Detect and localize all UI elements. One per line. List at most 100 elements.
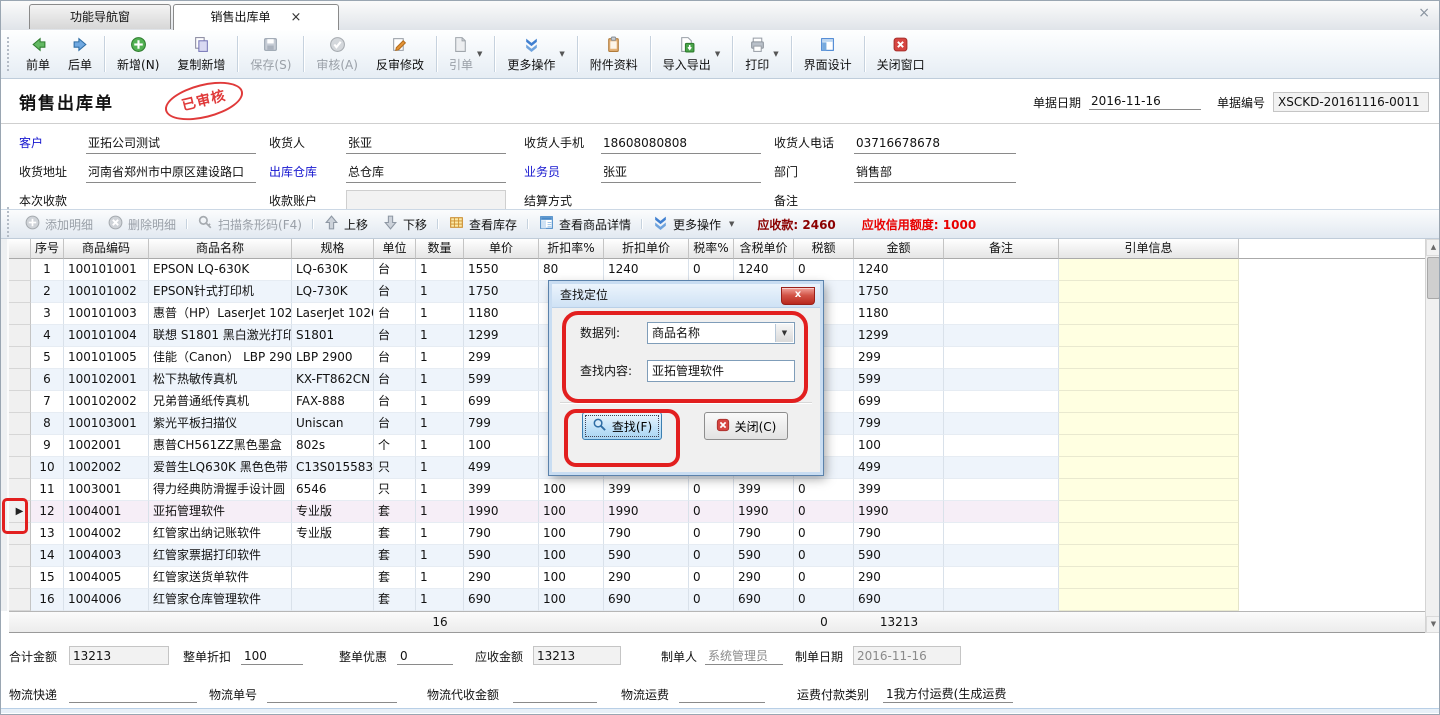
cell[interactable]: 0	[794, 479, 854, 501]
cell[interactable]: 1	[416, 259, 464, 281]
table-row[interactable]: 111003001得力经典防滑握手设计圆6546只139910039903990…	[9, 479, 1435, 501]
toolbar-button-next-order[interactable]: 后单	[59, 30, 101, 78]
cell[interactable]: 690	[604, 589, 689, 611]
cell[interactable]: 专业版	[292, 523, 374, 545]
cell[interactable]: LQ-630K	[292, 259, 374, 281]
cell[interactable]: 799	[464, 413, 539, 435]
cell[interactable]	[944, 347, 1059, 369]
cell[interactable]	[944, 567, 1059, 589]
toolbar-button-more-detail-actions[interactable]: 更多操作▼	[652, 214, 734, 234]
cell[interactable]: 0	[794, 545, 854, 567]
cell[interactable]: 专业版	[292, 501, 374, 523]
cell[interactable]: 399	[604, 479, 689, 501]
field-customer[interactable]: 亚拓公司测试	[86, 135, 256, 154]
scroll-down-icon[interactable]: ▼	[1426, 616, 1440, 633]
cell[interactable]	[1059, 303, 1239, 325]
toolbar-button-move-up[interactable]: 上移	[323, 214, 368, 234]
cell[interactable]	[944, 325, 1059, 347]
table-row[interactable]: 1100101001EPSON LQ-630KLQ-630K台115508012…	[9, 259, 1435, 281]
footer-input-logistics-collect[interactable]	[513, 686, 597, 703]
vertical-scrollbar[interactable]: ▲ ▼	[1425, 239, 1440, 633]
cell[interactable]: 台	[374, 347, 416, 369]
cell[interactable]	[944, 523, 1059, 545]
cell[interactable]: 1	[31, 259, 64, 281]
toolbar-button-print[interactable]: 打印▼	[736, 30, 787, 78]
row-indicator[interactable]	[9, 435, 31, 457]
cell[interactable]: 100	[539, 545, 604, 567]
cell[interactable]: 1004003	[64, 545, 149, 567]
cell[interactable]: 1	[416, 391, 464, 413]
footer-input-receivable-amount[interactable]: 13213	[533, 646, 621, 665]
scroll-up-icon[interactable]: ▲	[1426, 239, 1440, 256]
cell[interactable]	[1059, 435, 1239, 457]
cell[interactable]: 0	[689, 479, 734, 501]
cell[interactable]	[944, 501, 1059, 523]
cell[interactable]: 1	[416, 589, 464, 611]
cell[interactable]: 599	[464, 369, 539, 391]
cell[interactable]: 得力经典防滑握手设计圆	[149, 479, 292, 501]
toolbar-button-new[interactable]: 新增(N)	[108, 30, 168, 78]
data-column-select[interactable]: 商品名称 ▼	[647, 322, 795, 344]
cell[interactable]: 1550	[464, 259, 539, 281]
cell[interactable]: 1299	[854, 325, 944, 347]
row-indicator[interactable]	[9, 347, 31, 369]
cell[interactable]: 只	[374, 457, 416, 479]
cell[interactable]: 套	[374, 545, 416, 567]
cell[interactable]	[1059, 369, 1239, 391]
tab-close-icon[interactable]: ×	[291, 10, 302, 25]
cell[interactable]	[1059, 567, 1239, 589]
cell[interactable]: 100	[464, 435, 539, 457]
cell[interactable]: 1240	[604, 259, 689, 281]
find-button[interactable]: 查找(F)	[582, 412, 662, 440]
cell[interactable]: 100	[539, 501, 604, 523]
table-row[interactable]: 161004006红管家仓库管理软件套169010069006900690	[9, 589, 1435, 611]
dropdown-caret-icon[interactable]: ▼	[559, 50, 564, 58]
cell[interactable]: 红管家出纳记账软件	[149, 523, 292, 545]
cell[interactable]: 套	[374, 589, 416, 611]
cell[interactable]: 台	[374, 391, 416, 413]
grid-header-cell[interactable]: 商品编码	[64, 239, 149, 259]
grid-header-cell[interactable]: 数量	[416, 239, 464, 259]
cell[interactable]: 100102001	[64, 369, 149, 391]
cell[interactable]	[944, 303, 1059, 325]
cell[interactable]: FAX-888	[292, 391, 374, 413]
toolbar-button-more-actions[interactable]: 更多操作▼	[498, 30, 573, 78]
table-row[interactable]: 151004005红管家送货单软件套129010029002900290	[9, 567, 1435, 589]
cell[interactable]: 0	[689, 259, 734, 281]
cell[interactable]	[944, 259, 1059, 281]
grid-header-cell[interactable]: 规格	[292, 239, 374, 259]
field-consignee[interactable]: 张亚	[346, 135, 506, 154]
cell[interactable]: 1	[416, 567, 464, 589]
cell[interactable]: C13S015583	[292, 457, 374, 479]
cell[interactable]	[1059, 479, 1239, 501]
cell[interactable]: 399	[734, 479, 794, 501]
cell[interactable]: 1	[416, 325, 464, 347]
cell[interactable]: 802s	[292, 435, 374, 457]
scroll-thumb[interactable]	[1427, 257, 1440, 299]
cell[interactable]	[292, 545, 374, 567]
row-indicator[interactable]	[9, 303, 31, 325]
cell[interactable]: 499	[854, 457, 944, 479]
cell[interactable]: 1990	[734, 501, 794, 523]
cell[interactable]: 100101002	[64, 281, 149, 303]
cell[interactable]: 1990	[854, 501, 944, 523]
cell[interactable]: 0	[794, 501, 854, 523]
cell[interactable]: 红管家票据打印软件	[149, 545, 292, 567]
cell[interactable]: 爱普生LQ630K 黑色色带	[149, 457, 292, 479]
cell[interactable]: 699	[854, 391, 944, 413]
cell[interactable]	[944, 479, 1059, 501]
cell[interactable]: 1	[416, 545, 464, 567]
cell[interactable]: Uniscan	[292, 413, 374, 435]
field-warehouse[interactable]: 总仓库	[346, 164, 506, 183]
footer-input-whole-reduction[interactable]: 0	[397, 648, 453, 665]
grid-header-cell[interactable]: 序号	[31, 239, 64, 259]
cell[interactable]: 1	[416, 479, 464, 501]
cell[interactable]: 15	[31, 567, 64, 589]
tab-sales-delivery[interactable]: 销售出库单×	[173, 4, 339, 30]
row-indicator[interactable]	[9, 281, 31, 303]
cell[interactable]	[944, 391, 1059, 413]
cell[interactable]: 3	[31, 303, 64, 325]
cell[interactable]: 1	[416, 347, 464, 369]
dropdown-caret-icon[interactable]: ▼	[477, 50, 482, 58]
cell[interactable]: 0	[689, 501, 734, 523]
